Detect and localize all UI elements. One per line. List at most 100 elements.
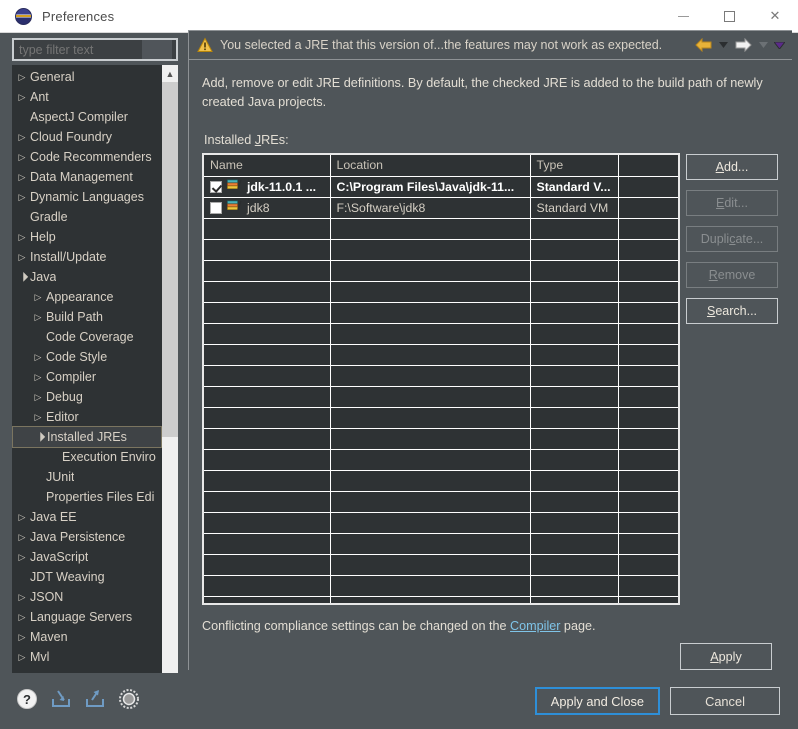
chevron-right-icon[interactable] [14, 533, 30, 542]
sidebar-item-java-ee[interactable]: Java EE [12, 507, 162, 527]
sidebar-item-label: Java [30, 270, 57, 284]
apply-button[interactable]: Apply [680, 643, 772, 670]
chevron-right-icon[interactable] [14, 93, 30, 102]
more-dropdown-icon[interactable] [772, 34, 786, 56]
sidebar-item-general[interactable]: General [12, 67, 162, 87]
jre-checkbox[interactable] [210, 201, 222, 214]
sidebar-item-java[interactable]: Java [12, 267, 162, 287]
sidebar-item-json[interactable]: JSON [12, 587, 162, 607]
apply-and-close-button[interactable]: Apply and Close [534, 687, 660, 715]
sidebar-item-installed-jres[interactable]: Installed JREs [12, 426, 162, 448]
sidebar-item-data-management[interactable]: Data Management [12, 167, 162, 187]
chevron-right-icon[interactable] [14, 193, 30, 202]
chevron-right-icon[interactable] [30, 413, 46, 422]
filter-clear-button[interactable] [142, 40, 172, 59]
sidebar-item-mvl[interactable]: Mvl [12, 647, 162, 665]
empty-cell [204, 365, 331, 387]
jre-name-cell[interactable]: jdk-11.0.1 ... [204, 176, 331, 198]
chevron-right-icon[interactable] [14, 73, 30, 82]
column-header-name[interactable]: Name [204, 155, 331, 177]
sidebar-item-properties-files-edi[interactable]: Properties Files Edi [12, 487, 162, 507]
close-button[interactable]: ✕ [752, 0, 798, 33]
sidebar-item-label: Code Style [46, 350, 108, 364]
back-arrow-icon[interactable] [692, 34, 714, 56]
sidebar-item-cloud-foundry[interactable]: Cloud Foundry [12, 127, 162, 147]
table-row-empty [204, 491, 678, 513]
sidebar-item-aspectj-compiler[interactable]: AspectJ Compiler [12, 107, 162, 127]
table-row[interactable]: jdk8 F:\Software\jdk8 Standard VM [204, 197, 678, 219]
search-input[interactable] [14, 40, 142, 59]
sidebar-item-maven[interactable]: Maven [12, 627, 162, 647]
jre-icon [227, 179, 242, 195]
tree-vertical-scrollbar[interactable]: ▲ ▼ [162, 65, 178, 684]
sidebar-item-junit[interactable]: JUnit [12, 467, 162, 487]
forward-arrow-icon[interactable] [732, 34, 754, 56]
sidebar-item-debug[interactable]: Debug [12, 387, 162, 407]
sidebar-item-java-persistence[interactable]: Java Persistence [12, 527, 162, 547]
sidebar-item-editor[interactable]: Editor [12, 407, 162, 427]
chevron-down-icon[interactable] [14, 273, 30, 282]
chevron-right-icon[interactable] [14, 513, 30, 522]
chevron-right-icon[interactable] [14, 613, 30, 622]
jre-checkbox[interactable] [210, 180, 222, 193]
chevron-right-icon[interactable] [30, 313, 46, 322]
installed-jres-label: Installed JREs: [204, 133, 778, 147]
sidebar-item-code-style[interactable]: Code Style [12, 347, 162, 367]
chevron-right-icon[interactable] [14, 133, 30, 142]
search-button[interactable]: Search... [686, 298, 778, 324]
add-button[interactable]: Add... [686, 154, 778, 180]
chevron-right-icon[interactable] [30, 293, 46, 302]
sidebar-item-dynamic-languages[interactable]: Dynamic Languages [12, 187, 162, 207]
sidebar-item-ant[interactable]: Ant [12, 87, 162, 107]
chevron-right-icon[interactable] [14, 553, 30, 562]
sidebar-item-compiler[interactable]: Compiler [12, 367, 162, 387]
maximize-button[interactable] [706, 0, 752, 33]
empty-cell [618, 344, 678, 366]
chevron-right-icon[interactable] [14, 173, 30, 182]
help-icon[interactable]: ? [16, 688, 38, 715]
compiler-link[interactable]: Compiler [510, 619, 560, 633]
column-header-blank[interactable] [618, 155, 678, 177]
cancel-button[interactable]: Cancel [670, 687, 780, 715]
export-icon[interactable] [84, 688, 106, 715]
chevron-down-icon[interactable] [31, 433, 47, 442]
chevron-right-icon[interactable] [14, 633, 30, 642]
table-row[interactable]: jdk-11.0.1 ... C:\Program Files\Java\jdk-… [204, 176, 678, 198]
empty-cell [618, 470, 678, 492]
restore-defaults-icon[interactable] [118, 688, 140, 715]
chevron-right-icon[interactable] [30, 373, 46, 382]
vertical-scroll-thumb[interactable] [162, 82, 178, 437]
empty-cell [330, 575, 531, 597]
sidebar-item-help[interactable]: Help [12, 227, 162, 247]
sidebar-item-execution-enviro[interactable]: Execution Enviro [12, 447, 162, 467]
sidebar-item-build-path[interactable]: Build Path [12, 307, 162, 327]
sidebar-item-jdt-weaving[interactable]: JDT Weaving [12, 567, 162, 587]
chevron-right-icon[interactable] [14, 593, 30, 602]
sidebar-item-install-update[interactable]: Install/Update [12, 247, 162, 267]
back-dropdown-icon[interactable] [716, 34, 730, 56]
chevron-right-icon[interactable] [30, 393, 46, 402]
sidebar-item-javascript[interactable]: JavaScript [12, 547, 162, 567]
sidebar-item-code-recommenders[interactable]: Code Recommenders [12, 147, 162, 167]
empty-cell [618, 386, 678, 408]
sidebar-item-code-coverage[interactable]: Code Coverage [12, 327, 162, 347]
import-icon[interactable] [50, 688, 72, 715]
sidebar-item-language-servers[interactable]: Language Servers [12, 607, 162, 627]
installed-jres-table[interactable]: Name Location Type jdk-11.0.1 ... C:\Progra… [202, 153, 680, 605]
column-header-location[interactable]: Location [330, 155, 531, 177]
column-header-type[interactable]: Type [530, 155, 619, 177]
chevron-right-icon[interactable] [14, 253, 30, 262]
sidebar-item-appearance[interactable]: Appearance [12, 287, 162, 307]
sidebar-item-label: Java Persistence [30, 530, 126, 544]
sidebar-item-label: Install/Update [30, 250, 107, 264]
scroll-up-icon[interactable]: ▲ [162, 65, 178, 82]
chevron-right-icon[interactable] [14, 233, 30, 242]
chevron-right-icon[interactable] [30, 353, 46, 362]
minimize-button[interactable] [660, 0, 706, 33]
sidebar-item-gradle[interactable]: Gradle [12, 207, 162, 227]
jre-extra-cell [618, 197, 678, 219]
jre-name-cell[interactable]: jdk8 [204, 197, 331, 219]
chevron-right-icon[interactable] [14, 653, 30, 662]
chevron-right-icon[interactable] [14, 153, 30, 162]
page-body: Add, remove or edit JRE definitions. By … [189, 60, 792, 670]
